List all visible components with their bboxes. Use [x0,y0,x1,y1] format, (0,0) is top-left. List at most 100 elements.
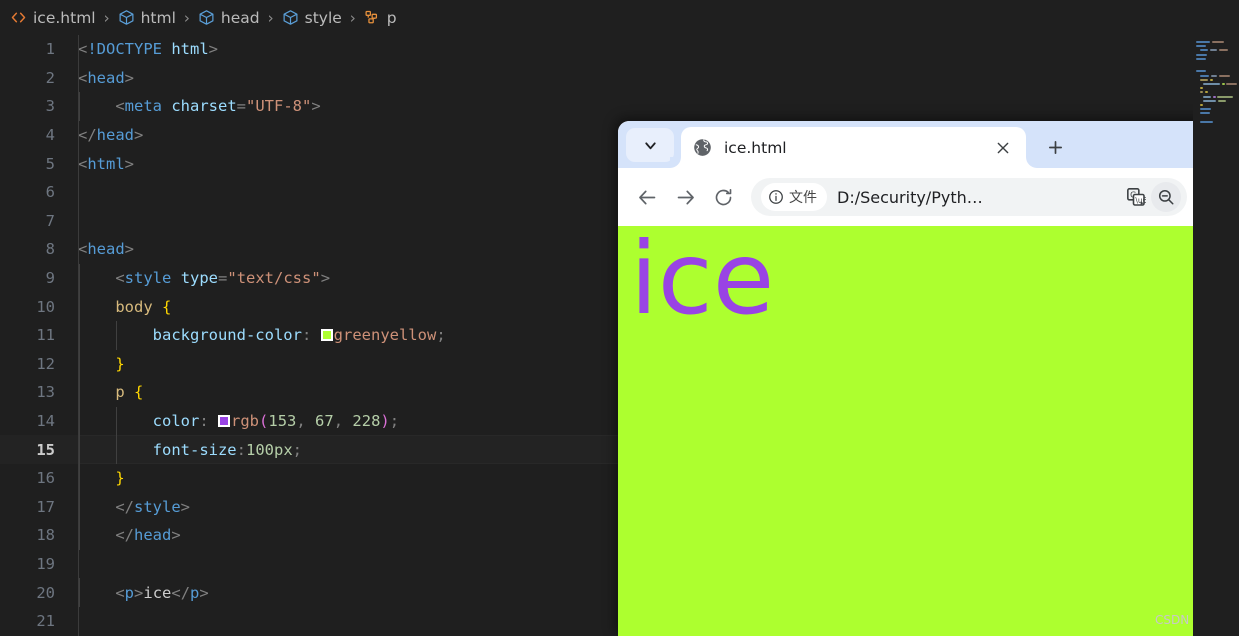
minimap-line [1196,57,1206,60]
code-token: head [96,126,134,145]
code-token: </ [115,526,134,545]
minimap-line [1217,95,1233,98]
site-info-chip[interactable]: 文件 [761,183,827,211]
minimap-line [1200,91,1203,94]
plus-icon [1047,139,1064,156]
browser-toolbar: 文件 D:/Security/Pyth… G \u6587 [618,168,1239,226]
tab-title-label: ice.html [724,138,787,157]
new-tab-button[interactable] [1038,130,1072,164]
code-token: p [115,383,125,402]
reload-icon [713,187,734,208]
breadcrumb[interactable]: ice.html › html › head › style › p [0,0,1239,35]
breadcrumb-item-p[interactable]: p [363,9,398,27]
breadcrumb-item-style[interactable]: style [281,9,343,27]
code-token: < [115,583,125,602]
tab-curve-left [670,157,681,168]
line-number: 2 [45,68,55,87]
indent-guide [79,578,80,607]
code-token: ; [292,440,303,459]
code-token: , [296,412,306,431]
code-token: html [87,154,125,173]
line-number: 7 [45,211,55,230]
minimap-line [1211,74,1217,77]
code-token: > [180,497,191,516]
line-number: 5 [45,154,55,173]
minimap-line [1203,99,1216,102]
breadcrumb-separator: › [349,8,356,27]
browser-window: ice.html 文件 D:/Security/Pyth… \u ice CSD… [618,121,1239,636]
code-token: p [124,583,135,602]
breadcrumb-item-head[interactable]: head [197,9,261,27]
code-token: </ [171,583,191,602]
minimap-line [1200,112,1210,115]
line-number: 20 [36,583,55,602]
code-token: > [311,97,321,116]
code-token: background-color [152,326,302,345]
code-line[interactable]: 1 <!DOCTYPE html> [0,35,1239,64]
minimap-line [1200,120,1213,123]
code-token: > [134,126,144,145]
code-token: > [124,240,135,259]
zoom-out-icon[interactable] [1151,182,1181,212]
minimap-line [1196,45,1206,48]
back-button[interactable] [628,178,666,216]
minimap-line [1213,95,1216,98]
code-line[interactable]: 3 <meta charset="UTF-8"> [0,92,1239,121]
code-token: } [115,354,125,373]
line-number: 18 [36,526,55,545]
forward-button[interactable] [666,178,704,216]
breadcrumb-separator: › [103,8,110,27]
tab-curve-right [1026,157,1037,168]
line-number: 4 [45,126,55,145]
code-token: !DOCTYPE [87,40,172,59]
code-token: head [87,68,125,87]
code-line-content: <meta charset="UTF-8"> [78,97,1239,115]
line-number: 14 [36,412,55,431]
line-number: 15 [36,440,55,459]
breadcrumb-item-label: style [304,8,342,27]
line-number: 21 [36,612,55,631]
browser-tab-ice-html[interactable]: ice.html [681,127,1026,168]
address-bar[interactable]: 文件 D:/Security/Pyth… G \u6587 [751,178,1187,216]
code-token: < [78,240,88,259]
cube-symbol-icon [118,9,135,26]
cube-symbol-icon [282,9,299,26]
code-token: > [208,40,219,59]
minimap-line [1218,99,1226,102]
code-token: "UTF-8" [246,97,312,116]
indent-guide [116,406,118,464]
breadcrumb-item-ice-html[interactable]: ice.html [9,9,97,27]
tab-search-button[interactable] [626,128,674,162]
code-token: : [236,440,246,459]
code-token: < [78,68,88,87]
breadcrumb-separator: › [183,8,190,27]
color-swatch[interactable] [218,415,231,428]
code-token: 67 [315,412,334,431]
chevron-down-icon [642,137,659,154]
gutter-divider [78,35,79,636]
close-icon[interactable] [992,137,1014,159]
line-number: 17 [36,497,55,516]
url-text: D:/Security/Pyth… [837,187,983,207]
color-swatch[interactable] [320,329,333,342]
minimap-line [1196,70,1206,73]
arrow-left-icon [637,187,658,208]
translate-icon[interactable]: G \u6587 [1121,182,1151,212]
reload-button[interactable] [704,178,742,216]
minimap-line [1200,74,1209,77]
arrow-right-icon [675,187,696,208]
code-line[interactable]: 2 <head> [0,64,1239,93]
breadcrumb-item-html[interactable]: html [117,9,177,27]
breadcrumb-item-label: html [140,8,176,27]
minimap[interactable] [1193,35,1239,636]
code-token: meta [124,97,162,116]
info-circle-icon [768,189,784,205]
breadcrumb-item-label: p [386,8,397,27]
breadcrumb-separator: › [267,8,274,27]
breadcrumb-item-label: ice.html [33,8,96,27]
